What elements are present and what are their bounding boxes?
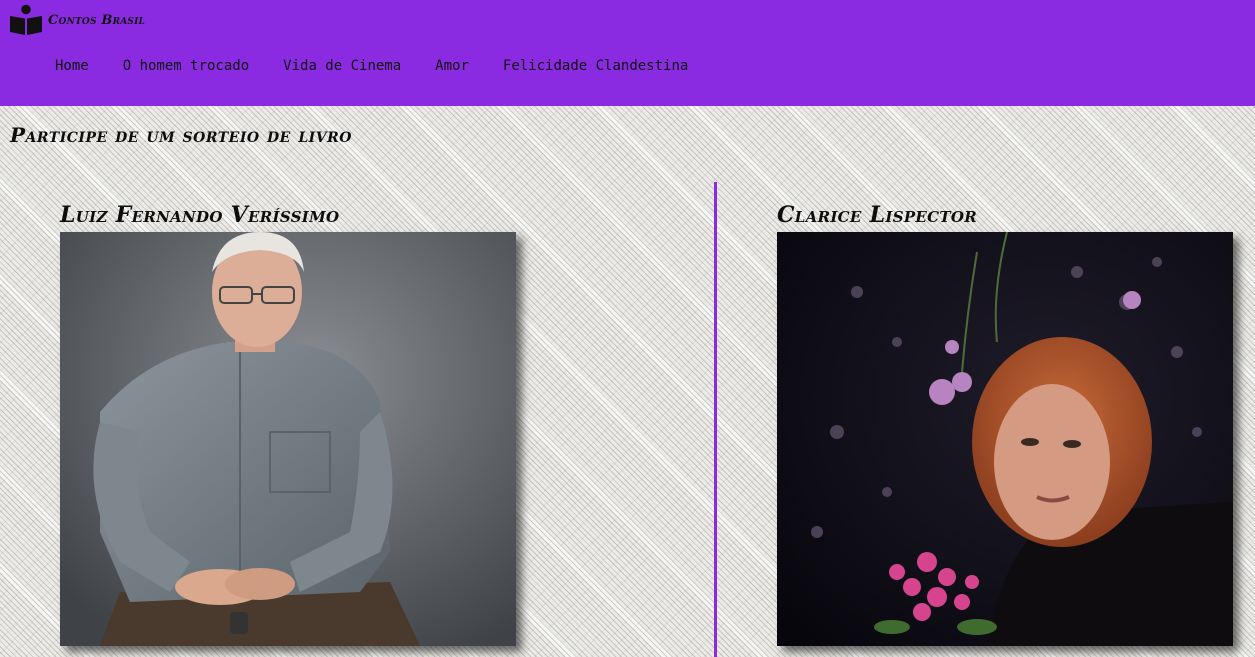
- nav-link-home[interactable]: Home: [55, 57, 89, 75]
- main-nav: Home O homem trocado Vida de Cinema Amor…: [55, 57, 722, 75]
- portrait-image: [60, 232, 516, 646]
- portrait-image: [777, 232, 1233, 646]
- reader-book-icon: [10, 4, 42, 35]
- nav-link-o-homem-trocado[interactable]: O homem trocado: [123, 57, 249, 75]
- author-photo-verissimo[interactable]: [60, 232, 516, 646]
- author-photo-lispector[interactable]: [777, 232, 1233, 646]
- logo[interactable]: Contos Brasil: [9, 2, 145, 38]
- nav-link-vida-de-cinema[interactable]: Vida de Cinema: [283, 57, 401, 75]
- nav-link-amor[interactable]: Amor: [435, 57, 469, 75]
- main-content: Participe de um sorteio de livro Luiz Fe…: [0, 106, 1255, 657]
- author-card-verissimo[interactable]: Luiz Fernando Veríssimo: [60, 202, 516, 646]
- author-name[interactable]: Luiz Fernando Veríssimo: [60, 202, 516, 228]
- author-card-lispector[interactable]: Clarice Lispector: [777, 202, 1233, 646]
- logo-text: Contos Brasil: [48, 12, 146, 28]
- column-divider: [714, 182, 717, 657]
- site-header: Contos Brasil Home O homem trocado Vida …: [0, 0, 1255, 106]
- promo-title[interactable]: Participe de um sorteio de livro: [10, 123, 352, 147]
- author-name[interactable]: Clarice Lispector: [777, 202, 1233, 228]
- nav-link-felicidade-clandestina[interactable]: Felicidade Clandestina: [503, 57, 688, 75]
